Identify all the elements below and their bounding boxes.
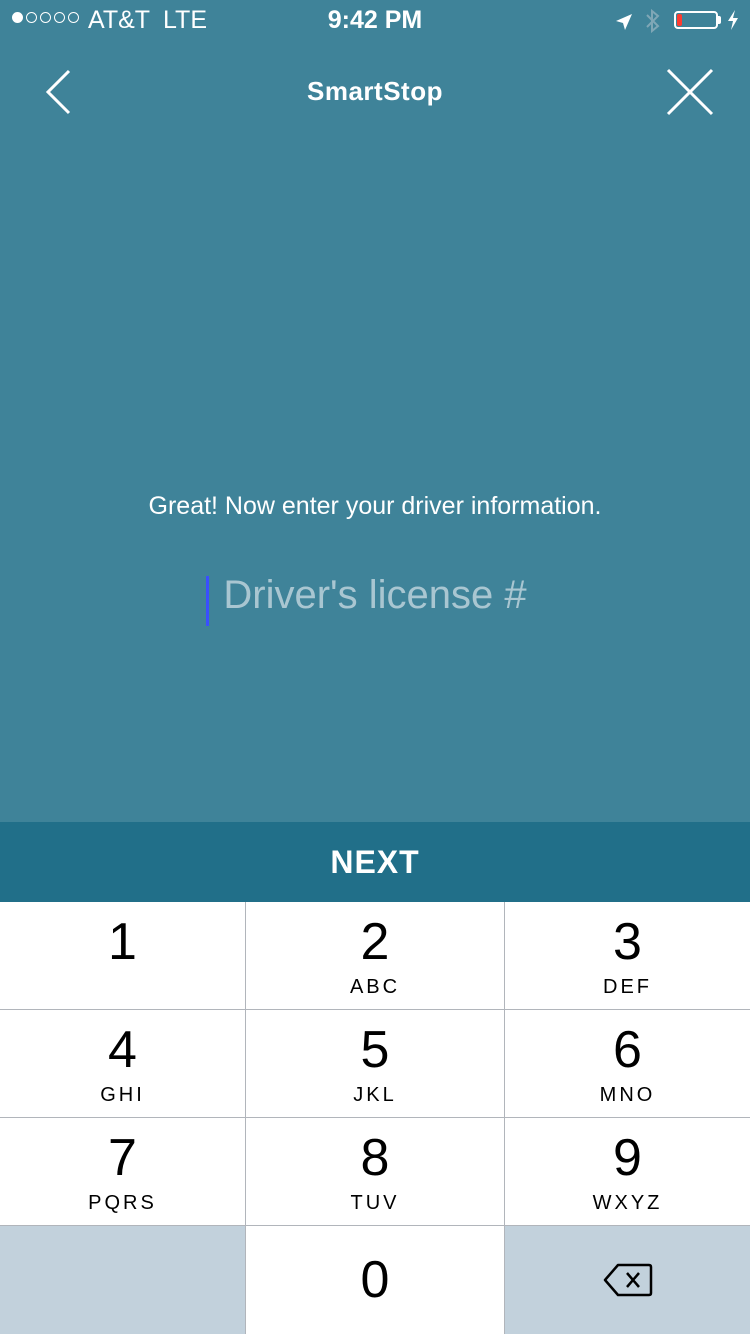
- license-field-container: [0, 566, 750, 630]
- battery-icon: [674, 11, 718, 29]
- key-0[interactable]: 0: [246, 1226, 504, 1334]
- delete-key[interactable]: [505, 1226, 750, 1334]
- close-button[interactable]: [664, 66, 716, 118]
- key-1[interactable]: 1: [0, 902, 245, 1009]
- app-screen: AT&T LTE 9:42 PM SmartStop Great! Now en…: [0, 0, 750, 822]
- key-digit: 1: [108, 913, 137, 971]
- key-digit: 4: [108, 1021, 137, 1079]
- battery-tip: [718, 16, 721, 24]
- battery-level: [677, 14, 682, 26]
- key-digit: 2: [360, 913, 390, 971]
- text-cursor: [206, 576, 209, 626]
- key-letters: TUV: [350, 1192, 400, 1214]
- close-icon: [666, 68, 714, 116]
- drivers-license-input[interactable]: [113, 566, 637, 624]
- key-7[interactable]: 7 PQRS: [0, 1118, 245, 1225]
- location-arrow-icon: [614, 10, 634, 39]
- key-digit: 7: [108, 1129, 137, 1187]
- key-8[interactable]: 8 TUV: [246, 1118, 504, 1225]
- backspace-icon: [603, 1263, 652, 1297]
- key-3[interactable]: 3 DEF: [505, 902, 750, 1009]
- key-letters: DEF: [603, 976, 652, 998]
- charging-bolt-icon: [726, 9, 740, 38]
- key-letters: MNO: [599, 1084, 656, 1106]
- key-digit: 0: [360, 1251, 390, 1309]
- key-digit: 6: [613, 1021, 642, 1079]
- key-digit: 8: [360, 1129, 390, 1187]
- app-title: SmartStop: [307, 76, 443, 106]
- key-4[interactable]: 4 GHI: [0, 1010, 245, 1117]
- status-bar: AT&T LTE 9:42 PM: [0, 0, 750, 40]
- status-time: 9:42 PM: [327, 6, 423, 34]
- key-digit: 3: [613, 913, 642, 971]
- key-letters: GHI: [100, 1084, 145, 1106]
- key-letters: PQRS: [88, 1192, 157, 1214]
- bluetooth-icon: [644, 8, 662, 41]
- key-9[interactable]: 9 WXYZ: [505, 1118, 750, 1225]
- key-2[interactable]: 2 ABC: [246, 902, 504, 1009]
- key-letters: ABC: [349, 976, 401, 998]
- next-button[interactable]: NEXT: [0, 822, 750, 902]
- key-letters: JKL: [353, 1084, 397, 1106]
- key-blank: [0, 1226, 245, 1334]
- key-letters: WXYZ: [592, 1192, 663, 1214]
- key-5[interactable]: 5 JKL: [246, 1010, 504, 1117]
- key-digit: 9: [613, 1129, 642, 1187]
- instruction-text: Great! Now enter your driver information…: [148, 492, 602, 520]
- numeric-keypad: 1 2 ABC 3 DEF 4 GHI 5 JKL 6 MNO 7 PQRS 8…: [0, 902, 750, 1334]
- key-digit: 5: [360, 1021, 390, 1079]
- key-6[interactable]: 6 MNO: [505, 1010, 750, 1117]
